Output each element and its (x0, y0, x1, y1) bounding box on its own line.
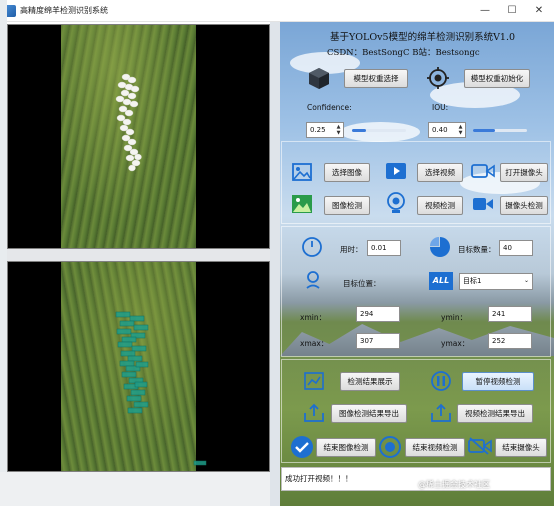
confidence-spinbox[interactable]: 0.25 ▲ ▼ (306, 122, 344, 138)
cube-icon (309, 68, 329, 89)
status-bar: 成功打开视频！！！ (281, 467, 551, 491)
select-weights-button[interactable]: 模型权重选择 (344, 69, 408, 88)
chevron-down-icon: ⌄ (523, 277, 529, 284)
webcam-icon (387, 192, 405, 213)
spin-arrows-icon[interactable]: ▲ ▼ (335, 124, 342, 136)
export-upload-icon (431, 403, 451, 422)
original-image-panel (7, 24, 270, 249)
layout-gutter (270, 22, 280, 506)
pause-video-button[interactable]: 暂停视频检测 (462, 372, 534, 391)
iou-slider-fill (473, 129, 495, 132)
select-image-button[interactable]: 选择图像 (324, 163, 370, 182)
cloud-shape (340, 122, 420, 142)
iou-label: IOU: (432, 103, 449, 112)
iou-slider[interactable] (473, 129, 527, 132)
init-weights-button[interactable]: 模型权重初始化 (464, 69, 530, 88)
time-label: 用时： (340, 245, 363, 254)
ymax-label: ymax： (441, 339, 470, 348)
ymin-label: ymin： (441, 313, 468, 322)
end-video-detect-button[interactable]: 结束视频检测 (405, 438, 465, 457)
export-image-results-button[interactable]: 图像检测结果导出 (331, 404, 407, 423)
export-upload-icon (304, 403, 324, 422)
image-detect-button[interactable]: 图像检测 (324, 196, 370, 215)
author-info: CSDN：BestSongC B站：Bestsongc (327, 48, 480, 58)
ymax-field: 252 (488, 333, 532, 349)
detected-sheep-boxes (115, 311, 207, 466)
sheep-flock-image (115, 73, 142, 172)
ymin-field: 241 (488, 306, 532, 322)
target-position-label: 目标位置： (343, 279, 381, 288)
target-select-dropdown[interactable]: 目标1 ⌄ (459, 273, 533, 290)
pie-chart-icon (430, 237, 450, 257)
iou-spinbox[interactable]: 0.40 ▲ ▼ (428, 122, 466, 138)
open-camera-button[interactable]: 打开摄像头 (500, 163, 548, 182)
camera-off-icon (468, 437, 492, 455)
check-circle-icon (291, 436, 313, 458)
camera-detect-icon (473, 198, 493, 210)
video-file-icon (386, 163, 406, 179)
window-left-margin (0, 0, 7, 506)
panel-separator (7, 249, 272, 261)
spin-arrows-icon[interactable]: ▲ ▼ (457, 124, 464, 136)
location-pin-icon (306, 271, 320, 289)
minimize-button[interactable]: — (470, 0, 500, 22)
end-camera-button[interactable]: 结束摄像头 (495, 438, 547, 457)
camera-detect-button[interactable]: 摄像头检测 (500, 196, 548, 215)
export-video-results-button[interactable]: 视频检测结果导出 (457, 404, 533, 423)
pause-icon (431, 371, 451, 391)
maximize-button[interactable]: ☐ (497, 0, 527, 22)
xmax-field: 307 (356, 333, 400, 349)
target-count-field: 40 (499, 240, 533, 256)
image-detect-icon (292, 195, 312, 213)
confidence-slider[interactable] (352, 129, 406, 132)
image-icon (292, 163, 312, 181)
end-image-detect-button[interactable]: 结束图像检测 (316, 438, 376, 457)
window-bottom-margin (0, 472, 278, 506)
line-chart-icon (304, 372, 324, 390)
confidence-value: 0.25 (310, 126, 326, 134)
all-badge-icon: ALL (429, 272, 453, 290)
detection-result-panel (7, 261, 270, 472)
app-title: 基于YOLOv5模型的绵羊检测识别系统V1.0 (330, 32, 516, 43)
xmin-label: xmin： (300, 313, 327, 322)
iou-value: 0.40 (432, 126, 448, 134)
target-count-label: 目标数量： (458, 245, 496, 254)
time-field: 0.01 (367, 240, 401, 256)
target-select-value: 目标1 (463, 277, 482, 285)
xmin-field: 294 (356, 306, 400, 322)
stop-circle-icon (379, 436, 401, 458)
show-results-button[interactable]: 检测结果展示 (340, 372, 400, 391)
window-title-bar: 高精度绵羊检测识别系统 — ☐ ✕ (0, 0, 554, 22)
watermark: @稀土掘金技术社区 (418, 480, 490, 489)
clock-icon (302, 237, 322, 257)
window-title: 高精度绵羊检测识别系统 (20, 6, 108, 15)
target-icon (427, 67, 449, 89)
xmax-label: xmax： (300, 339, 329, 348)
close-button[interactable]: ✕ (524, 0, 554, 22)
video-detect-button[interactable]: 视频检测 (417, 196, 463, 215)
confidence-slider-fill (352, 129, 366, 132)
select-video-button[interactable]: 选择视频 (417, 163, 463, 182)
confidence-label: Confidence: (307, 103, 352, 112)
camera-icon (471, 164, 495, 178)
